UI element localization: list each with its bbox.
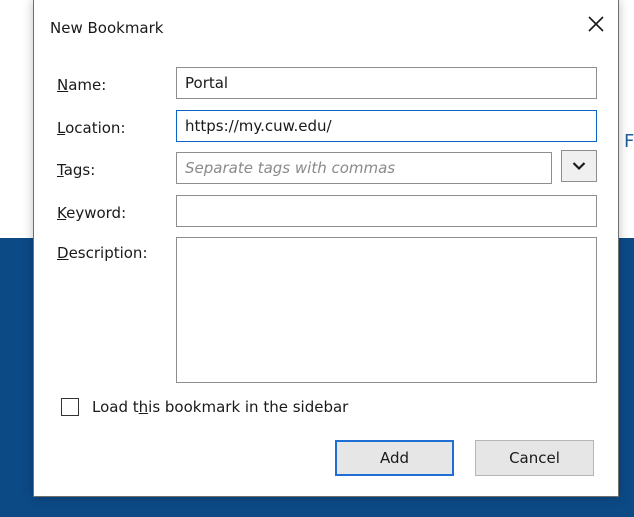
tags-field[interactable] xyxy=(176,152,552,184)
chevron-down-icon xyxy=(572,162,586,171)
description-label: Description: xyxy=(57,244,148,262)
tags-label: Tags: xyxy=(57,161,96,179)
tags-dropdown-button[interactable] xyxy=(561,150,597,182)
dialog-title: New Bookmark xyxy=(50,19,164,37)
close-button[interactable] xyxy=(582,10,610,38)
keyword-field[interactable] xyxy=(176,195,597,227)
new-bookmark-dialog: New Bookmark Name: Location: Tags: Keywo… xyxy=(33,0,619,497)
description-field[interactable] xyxy=(176,237,597,383)
location-field[interactable] xyxy=(176,110,597,142)
close-icon xyxy=(588,16,604,32)
name-label: Name: xyxy=(57,76,107,94)
background-partial-text: F xyxy=(624,131,634,152)
name-field[interactable] xyxy=(176,67,597,99)
location-label: Location: xyxy=(57,119,126,137)
load-in-sidebar-checkbox[interactable] xyxy=(61,398,79,416)
keyword-label: Keyword: xyxy=(57,204,127,222)
add-button[interactable]: Add xyxy=(335,440,454,476)
load-in-sidebar-label[interactable]: Load this bookmark in the sidebar xyxy=(92,398,348,416)
cancel-button[interactable]: Cancel xyxy=(475,440,594,476)
